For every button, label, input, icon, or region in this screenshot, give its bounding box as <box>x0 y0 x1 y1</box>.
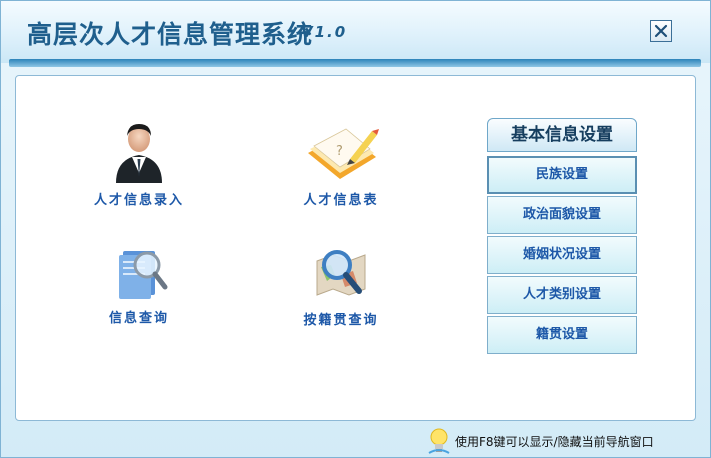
close-button[interactable] <box>650 20 672 42</box>
lightbulb-icon <box>428 428 450 454</box>
marital-status-settings-button[interactable]: 婚姻状况设置 <box>487 236 637 274</box>
title-divider <box>9 59 701 67</box>
talent-category-settings-button[interactable]: 人才类别设置 <box>487 276 637 314</box>
status-hint-text: 使用F8键可以显示/隐藏当前导航窗口 <box>455 434 654 449</box>
ethnicity-settings-button[interactable]: 民族设置 <box>487 156 637 194</box>
native-place-query-button[interactable]: 按籍贯查询 <box>261 245 421 328</box>
political-status-settings-button[interactable]: 政治面貌设置 <box>487 196 637 234</box>
native-place-settings-button[interactable]: 籍贯设置 <box>487 316 637 354</box>
status-hint: 使用F8键可以显示/隐藏当前导航窗口 <box>427 426 654 456</box>
close-icon <box>654 24 668 38</box>
settings-panel-title: 基本信息设置 <box>487 118 637 152</box>
info-query-button[interactable]: 信息查询 <box>59 245 219 326</box>
svg-text:?: ? <box>336 144 343 159</box>
businessman-icon <box>116 124 162 183</box>
talent-table-button[interactable]: ? 人才信息表 <box>261 123 421 208</box>
talent-table-label: 人才信息表 <box>303 193 379 208</box>
info-query-label: 信息查询 <box>108 311 169 326</box>
native-place-query-label: 按籍贯查询 <box>303 313 379 328</box>
app-version: V1.0 <box>301 23 348 41</box>
title-bar: 高层次人才信息管理系统 V1.0 <box>1 1 710 63</box>
talent-entry-button[interactable]: 人才信息录入 <box>59 119 219 208</box>
map-magnifier-icon <box>316 250 366 296</box>
app-window: 高层次人才信息管理系统 V1.0 人才信息录入 ? 人才信息表 信息查询 按籍贯… <box>0 0 711 458</box>
app-title: 高层次人才信息管理系统 <box>27 20 314 49</box>
notebook-pencil-icon: ? <box>308 128 379 179</box>
talent-entry-label: 人才信息录入 <box>93 193 184 208</box>
document-magnifier-icon <box>119 251 168 299</box>
